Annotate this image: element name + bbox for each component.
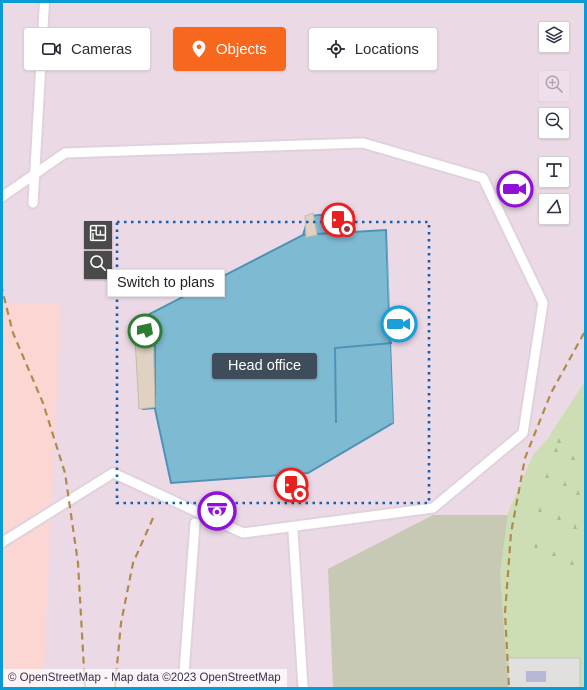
floor-plan-icon bbox=[89, 224, 107, 247]
tab-objects-label: Objects bbox=[215, 40, 267, 58]
door-marker-icon bbox=[320, 202, 356, 238]
marker-camera-topright[interactable] bbox=[495, 169, 535, 214]
map-attribution: © OpenStreetMap - Map data ©2023 OpenStr… bbox=[3, 669, 287, 687]
dome-camera-marker-icon bbox=[197, 491, 237, 531]
switch-to-plans-tooltip: Switch to plans bbox=[107, 269, 225, 297]
zoom-out-icon bbox=[544, 111, 564, 136]
crosshair-icon bbox=[326, 40, 345, 58]
layers-button[interactable] bbox=[538, 21, 570, 53]
camera-marker-icon bbox=[380, 305, 418, 343]
door-marker-icon bbox=[273, 467, 309, 503]
marker-door-top[interactable] bbox=[319, 201, 357, 244]
text-tool-button[interactable] bbox=[538, 156, 570, 188]
zoom-in-button[interactable] bbox=[538, 70, 570, 102]
video-camera-icon bbox=[42, 42, 61, 56]
tab-locations-label: Locations bbox=[354, 40, 419, 58]
search-icon bbox=[89, 254, 107, 277]
camera-marker-icon bbox=[496, 170, 534, 208]
angle-tool-button[interactable] bbox=[538, 193, 570, 225]
text-tool-icon bbox=[544, 160, 564, 185]
angle-tool-icon bbox=[544, 197, 564, 222]
marker-door-bottom[interactable] bbox=[272, 466, 312, 511]
layers-icon bbox=[544, 25, 564, 50]
building-label[interactable]: Head office bbox=[212, 353, 318, 379]
marker-zone-left[interactable] bbox=[126, 312, 164, 355]
map-tools-toolbar bbox=[538, 21, 570, 225]
tab-cameras[interactable]: Cameras bbox=[23, 27, 151, 71]
mode-tabbar: Cameras Objects Locations bbox=[23, 27, 438, 71]
marker-camera-right[interactable] bbox=[379, 304, 419, 349]
map-canvas[interactable]: Head office © OpenStreetMap - Map data ©… bbox=[3, 3, 584, 687]
tab-cameras-label: Cameras bbox=[71, 40, 132, 58]
switch-to-plans-button[interactable] bbox=[84, 221, 112, 249]
map-vector-layer bbox=[3, 3, 584, 687]
map-building-small-detail bbox=[526, 671, 546, 682]
map-pin-icon bbox=[192, 40, 206, 58]
marker-dome-bottom[interactable] bbox=[196, 490, 238, 537]
tab-locations[interactable]: Locations bbox=[307, 27, 438, 71]
zoom-out-button[interactable] bbox=[538, 107, 570, 139]
tab-objects[interactable]: Objects bbox=[172, 27, 286, 71]
zoom-in-icon bbox=[544, 74, 564, 99]
map-application-window: Head office © OpenStreetMap - Map data ©… bbox=[0, 0, 587, 690]
zone-marker-icon bbox=[127, 313, 163, 349]
